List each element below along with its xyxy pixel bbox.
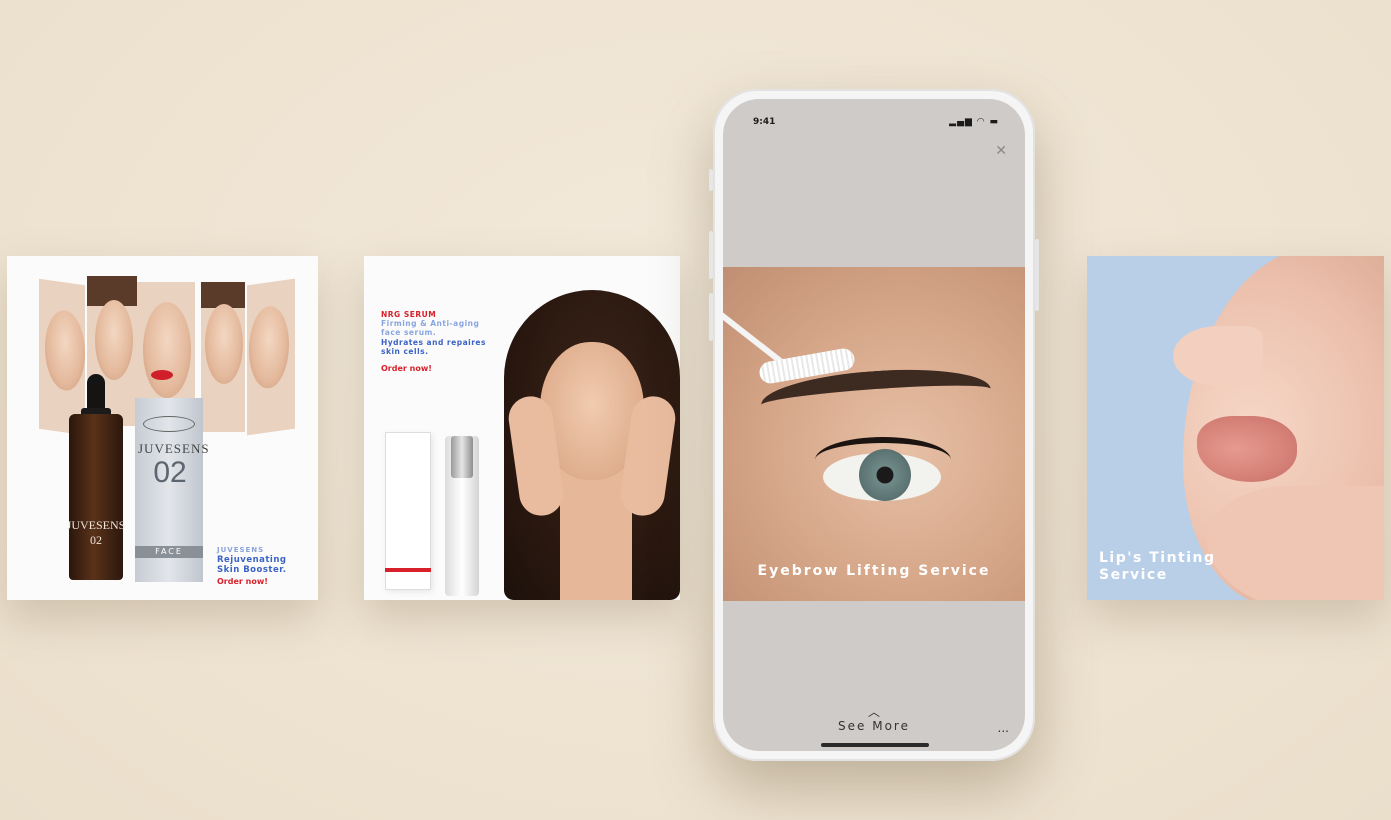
status-time: 9:41 [753,117,776,127]
status-icons: ▂▄▆ ◠ ▬ [949,117,999,127]
brand-name: JUVESENS [217,546,265,554]
box-number: 02 [153,456,187,489]
close-icon[interactable]: ✕ [995,143,1007,159]
pump-cap [451,436,473,478]
desc-line: skin cells. [381,347,429,356]
caption-line: Lip's Tinting [1099,550,1216,566]
chevron-up-icon[interactable]: ︿ [723,703,1025,720]
serum-bottle [69,414,123,580]
more-options-icon[interactable]: ... [998,721,1009,735]
logo-oval [143,416,195,432]
product-desc-light: Firming & Anti-aging face serum. [381,319,479,337]
brush-handle [723,307,788,368]
desc-line: Firming & Anti-aging [381,319,480,328]
box-title: JUVESENS [138,441,210,456]
volume-up-button [709,231,713,279]
order-now-link[interactable]: Order now! [217,577,268,586]
tagline-line: Skin Booster. [217,565,287,575]
box-stripe [385,568,431,572]
ad-card-lip-tinting[interactable]: Lip's Tinting Service [1087,256,1384,600]
service-caption: Lip's Tinting Service [1099,550,1216,584]
phone-screen: 9:41 ▂▄▆ ◠ ▬ ✕ Eyebrow Lifting Service ︿… [723,99,1025,751]
caption-line: Service [1099,567,1168,583]
product-desc-dark: Hydrates and repaires skin cells. [381,338,486,356]
nose [1173,326,1263,386]
side-button [709,169,713,191]
tagline-line: Rejuvenating [217,555,287,565]
story-hero-image[interactable]: Eyebrow Lifting Service [723,267,1025,601]
power-button [1035,239,1039,311]
volume-down-button [709,293,713,341]
hero-caption: Eyebrow Lifting Service [757,563,991,579]
eyelash [815,437,951,483]
desc-line: face serum. [381,328,437,337]
order-now-link[interactable]: Order now! [381,364,432,373]
chin [1207,486,1384,600]
product-title: NRG SERUM [381,310,437,319]
face-panel [201,282,245,432]
desc-line: Hydrates and repaires [381,338,486,347]
see-more-button[interactable]: See More [723,719,1025,733]
ad-card-nrg-serum[interactable]: NRG SERUM Firming & Anti-aging face seru… [364,256,680,600]
face-panel [247,278,295,436]
ad-card-juvesens[interactable]: JUVESENS 02 JUVESENS 02 FACE JUVESENS Re… [7,256,318,600]
dropper-cap [87,374,105,412]
tagline: Rejuvenating Skin Booster. [217,555,286,575]
phone-mockup: 9:41 ▂▄▆ ◠ ▬ ✕ Eyebrow Lifting Service ︿… [709,89,1039,761]
bottle-label: JUVESENS 02 [66,518,126,547]
home-indicator[interactable] [821,743,929,747]
box-band: FACE [135,546,203,558]
face-panel [39,278,85,436]
serum-box [385,432,431,590]
